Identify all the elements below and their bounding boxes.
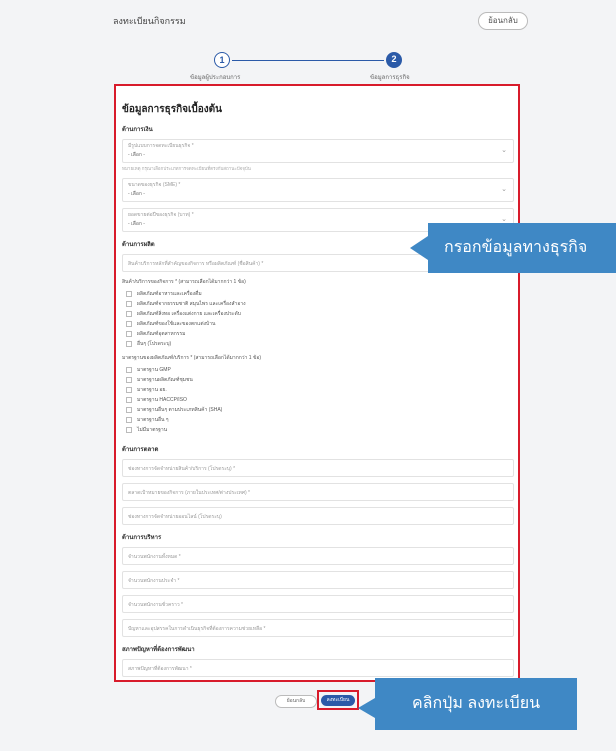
callout-business-info: กรอกข้อมูลทางธุรกิจ [428, 223, 616, 273]
checkbox[interactable] [126, 311, 132, 317]
registration-type-select[interactable]: มีรูปแบบการจดทะเบียนธุรกิจ * - เลือก - ⌄ [122, 139, 514, 163]
product-type-checkbox[interactable]: อื่นๆ (โปรดระบุ) [126, 339, 514, 349]
step-2-indicator: 2 [386, 52, 402, 68]
checkbox[interactable] [126, 417, 132, 423]
standard-checkbox[interactable]: มาตรฐาน HACCP/ISO [126, 395, 514, 405]
checkbox[interactable] [126, 331, 132, 337]
extra-input[interactable]: สภาพปัญหาที่ต้องการพัฒนา * [122, 659, 514, 677]
checkbox[interactable] [126, 341, 132, 347]
product-type-checkbox[interactable]: ผลิตภัณฑ์สิ่งทอ เครื่องแต่งกาย และเครื่อ… [126, 309, 514, 319]
checkbox[interactable] [126, 387, 132, 393]
form-heading: ข้อมูลการธุรกิจเบื้องต้น [122, 104, 222, 115]
top-bar: ลงทะเบียนกิจกรรม ย้อนกลับ [88, 0, 548, 42]
chevron-down-icon: ⌄ [501, 147, 507, 154]
step-connector [232, 60, 384, 61]
select-hint: หมายเหตุ กรุณาเลือกประเภทการจดทะเบียนที่… [122, 166, 251, 171]
standard-checklist: มาตรฐาน GMP มาตรฐานผลิตภัณฑ์ชุมชน มาตรฐา… [122, 365, 514, 435]
product-type-checkbox[interactable]: ผลิตภัณฑ์จากธรรมชาติ สมุนไพร และเครื่องส… [126, 299, 514, 309]
callout-click-register: คลิกปุ่ม ลงทะเบียน [375, 678, 577, 730]
checkbox[interactable] [126, 427, 132, 433]
management-input[interactable]: จำนวนพนักงานชั่วคราว * [122, 595, 514, 613]
back-button[interactable]: ย้อนกลับ [478, 12, 528, 30]
page-title: ลงทะเบียนกิจกรรม [113, 16, 186, 26]
standard-checkbox[interactable]: มาตรฐานอื่นๆ ตามประเภทสินค้า (SHA) [126, 405, 514, 415]
market-input[interactable]: ตลาดเป้าหมายของกิจการ (ภายในประเทศ/ต่างป… [122, 483, 514, 501]
product-type-checkbox[interactable]: ผลิตภัณฑ์อุตสาหกรรม [126, 329, 514, 339]
product-type-checklist: ผลิตภัณฑ์อาหารและเครื่องดื่ม ผลิตภัณฑ์จา… [122, 289, 514, 349]
market-input[interactable]: ช่องทางการจัดจำหน่ายสินค้า/บริการ (โปรดร… [122, 459, 514, 477]
standard-checkbox[interactable]: ไม่มีมาตรฐาน [126, 425, 514, 435]
cancel-button[interactable]: ย้อนกลับ [275, 695, 317, 708]
step-2-label: ข้อมูลการธุรกิจ [370, 75, 410, 81]
product-type-checkbox[interactable]: ผลิตภัณฑ์ของใช้และของตกแต่งบ้าน [126, 319, 514, 329]
callout-arrow [358, 698, 375, 718]
standard-checkbox[interactable]: มาตรฐาน GMP [126, 365, 514, 375]
checkbox[interactable] [126, 301, 132, 307]
stepper: 1 2 ข้อมูลผู้ประกอบการ ข้อมูลการธุรกิจ [170, 52, 450, 82]
callout-arrow [410, 236, 428, 260]
step-1-indicator: 1 [214, 52, 230, 68]
product-type-label: สินค้า/บริการของกิจการ * (สามารถเลือกได้… [122, 279, 246, 285]
business-form-card: ข้อมูลการธุรกิจเบื้องต้น ด้านการเงิน มีร… [114, 84, 520, 682]
standard-checkbox[interactable]: มาตรฐานอื่น ๆ [126, 415, 514, 425]
section-market: ด้านการตลาด [122, 447, 159, 453]
management-input[interactable]: จำนวนพนักงานทั้งหมด * [122, 547, 514, 565]
register-button[interactable]: ลงทะเบียน [321, 695, 355, 706]
management-input[interactable]: จำนวนพนักงานประจำ * [122, 571, 514, 589]
checkbox[interactable] [126, 397, 132, 403]
section-management: ด้านการบริหาร [122, 535, 162, 541]
checkbox[interactable] [126, 407, 132, 413]
section-extra: สภาพปัญหาที่ต้องการพัฒนา [122, 647, 195, 653]
checkbox[interactable] [126, 367, 132, 373]
product-type-checkbox[interactable]: ผลิตภัณฑ์อาหารและเครื่องดื่ม [126, 289, 514, 299]
chevron-down-icon: ⌄ [501, 216, 507, 223]
standard-checkbox[interactable]: มาตรฐานผลิตภัณฑ์ชุมชน [126, 375, 514, 385]
checkbox[interactable] [126, 291, 132, 297]
section-general: ด้านการเงิน [122, 127, 153, 133]
registration-page: ลงทะเบียนกิจกรรม ย้อนกลับ 1 2 ข้อมูลผู้ป… [0, 0, 616, 751]
chevron-down-icon: ⌄ [501, 186, 507, 193]
management-input[interactable]: ปัญหาและอุปสรรคในการดำเนินธุรกิจที่ต้องก… [122, 619, 514, 637]
market-input[interactable]: ช่องทางการจัดจำหน่ายออนไลน์ (โปรดระบุ) [122, 507, 514, 525]
checkbox[interactable] [126, 321, 132, 327]
standard-checkbox[interactable]: มาตรฐาน อย. [126, 385, 514, 395]
step-1-label: ข้อมูลผู้ประกอบการ [190, 75, 241, 81]
business-size-select[interactable]: ขนาดของธุรกิจ (SME) * - เลือก - ⌄ [122, 178, 514, 202]
standard-label: มาตรฐานของผลิตภัณฑ์/บริการ * (สามารถเลือ… [122, 355, 262, 361]
checkbox[interactable] [126, 377, 132, 383]
